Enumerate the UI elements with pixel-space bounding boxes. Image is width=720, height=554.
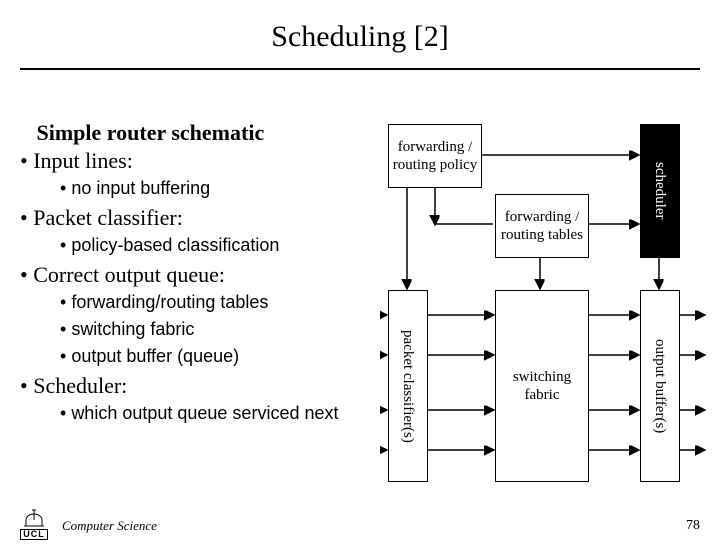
slide: Scheduling [2] Simple router schematic I…: [0, 0, 720, 554]
bullet-output-buffer: output buffer (queue): [60, 346, 380, 367]
heading-schematic: Simple router schematic: [20, 120, 380, 146]
bullet-correct-output: Correct output queue:: [20, 262, 380, 288]
title-rule: [20, 68, 700, 70]
bullet-fwd-tables: forwarding/routing tables: [60, 292, 380, 313]
bullet-no-input-buffering: no input buffering: [60, 178, 380, 199]
footer: UCL Computer Science 78: [0, 504, 720, 544]
bullet-which-queue: which output queue serviced next: [60, 403, 380, 424]
slide-title: Scheduling [2]: [0, 0, 720, 62]
diagram-connectors: [380, 120, 710, 490]
logo-text: UCL: [20, 529, 48, 540]
ucl-logo: UCL: [20, 508, 48, 540]
bullet-policy-based: policy-based classification: [60, 235, 380, 256]
bullet-scheduler: Scheduler:: [20, 373, 380, 399]
page-number: 78: [686, 518, 700, 534]
dome-icon: [20, 508, 48, 528]
bullet-switching-fabric: switching fabric: [60, 319, 380, 340]
bullet-input-lines: Input lines:: [20, 148, 380, 174]
bullet-packet-classifier: Packet classifier:: [20, 205, 380, 231]
router-diagram: forwarding / routing policy forwarding /…: [380, 120, 710, 490]
outline: Simple router schematic Input lines: no …: [20, 120, 380, 430]
footer-dept: Computer Science: [62, 518, 157, 534]
